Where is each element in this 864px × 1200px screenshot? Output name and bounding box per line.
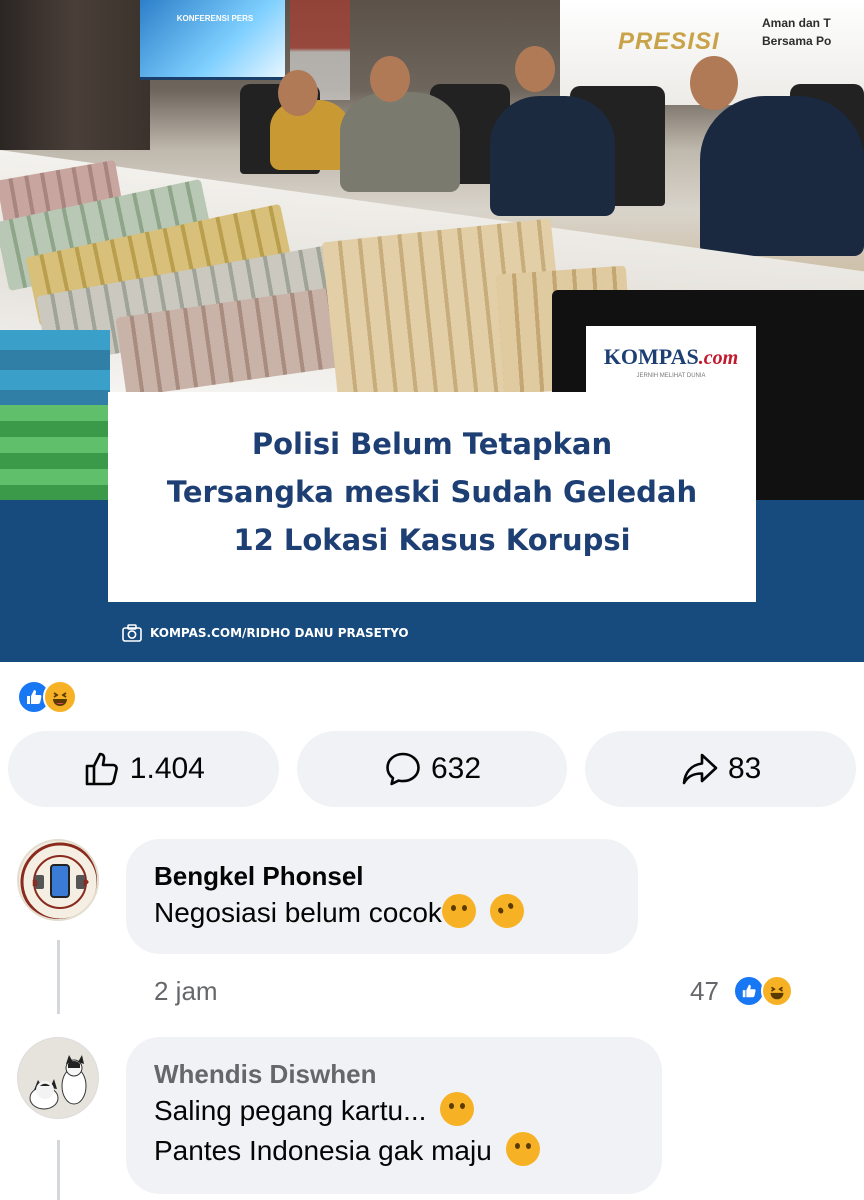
photo-official: [340, 92, 460, 192]
comment-count: 632: [430, 752, 482, 785]
face-with-hand-over-mouth-icon: [440, 1092, 475, 1126]
comment-icon: [386, 752, 420, 786]
photo-screen-text: KONFERENSI PERS: [176, 14, 254, 23]
post-reactions[interactable]: [17, 680, 77, 714]
avatar[interactable]: B P: [17, 839, 99, 921]
comment-text: Negosiasi belum cocok: [154, 888, 610, 934]
thumbs-up-icon: [85, 752, 118, 786]
headline-card: Polisi Belum Tetapkan Tersangka meski Su…: [108, 392, 756, 602]
like-button[interactable]: 1.404: [8, 731, 279, 807]
photo-official-head: [370, 56, 410, 102]
face-with-open-eyes-and-hand-over-mouth-icon: [441, 894, 476, 928]
comment-text-line: Saling pegang kartu...: [154, 1091, 634, 1131]
publisher-logo-word: KOMPAS: [603, 344, 699, 369]
comment-reactions[interactable]: 47: [690, 975, 793, 1007]
photo-official: [700, 96, 864, 256]
avatar[interactable]: [17, 1037, 99, 1119]
photo-crowd: [0, 0, 150, 150]
svg-text:P: P: [83, 879, 89, 888]
photo-banner-sub-line: Aman dan T: [762, 16, 831, 30]
photo-credit-text: KOMPAS.COM/RIDHO DANU PRASETYO: [150, 626, 409, 640]
cat-photo-icon: [18, 1038, 98, 1118]
headline-line: 12 Lokasi Kasus Korupsi: [233, 523, 631, 557]
comment-text-content: Pantes Indonesia gak maju: [154, 1135, 492, 1166]
headline-line: Polisi Belum Tetapkan: [251, 427, 613, 461]
photo-banner-word: PRESISI: [618, 28, 720, 55]
comment-bubble[interactable]: Bengkel Phonsel Negosiasi belum cocok: [126, 839, 638, 954]
headline: Polisi Belum Tetapkan Tersangka meski Su…: [108, 420, 756, 564]
photo-official-head: [690, 56, 738, 110]
comment-text-content: Negosiasi belum cocok: [154, 897, 442, 928]
comment-author[interactable]: Whendis Diswhen: [154, 1057, 634, 1091]
store-badge-icon: B P: [20, 842, 97, 919]
photo-banner-sub: Aman dan T Bersama Po: [762, 14, 831, 50]
thread-line: [57, 1140, 60, 1200]
comment-time[interactable]: 2 jam: [154, 976, 218, 1007]
thread-line: [57, 940, 60, 1014]
comment-author[interactable]: Bengkel Phonsel: [154, 859, 610, 893]
share-button[interactable]: 83: [585, 731, 857, 807]
publisher-logo: KOMPAS.com: [586, 344, 756, 370]
photo-official: [490, 96, 615, 216]
photo-crates: [0, 405, 110, 500]
like-count: 1.404: [129, 752, 205, 785]
comment-button[interactable]: 632: [296, 731, 568, 807]
comment-text-line: Pantes Indonesia gak maju: [154, 1131, 634, 1171]
photo-official-head: [278, 70, 318, 116]
publisher-logo-suffix: .com: [698, 347, 739, 369]
publisher-logo-box: KOMPAS.com JERNIH MELIHAT DUNIA: [586, 326, 756, 392]
share-count: 83: [727, 752, 762, 785]
face-with-hand-over-mouth-icon: [505, 1132, 540, 1166]
haha-icon: [43, 680, 77, 714]
publisher-tagline: JERNIH MELIHAT DUNIA: [636, 373, 706, 379]
comment-reaction-count: 47: [690, 975, 719, 1006]
photo-screen: [140, 0, 285, 80]
comment-text: Saling pegang kartu... Pantes Indonesia …: [154, 1091, 634, 1171]
photo-official-head: [515, 46, 555, 92]
headline-line: Tersangka meski Sudah Geledah: [166, 475, 698, 509]
comment-bubble[interactable]: Whendis Diswhen Saling pegang kartu... P…: [126, 1037, 662, 1194]
post-actions: 1.404 632 83: [8, 731, 857, 807]
post-image[interactable]: KONFERENSI PERS PRESISI Aman dan T Bersa…: [0, 0, 864, 662]
comment-text-content: Saling pegang kartu...: [154, 1095, 427, 1126]
rolling-on-floor-laughing-icon: [484, 888, 530, 934]
share-icon: [682, 753, 718, 785]
photo-banner-sub-line: Bersama Po: [762, 34, 832, 48]
svg-text:B: B: [32, 879, 38, 888]
camera-icon: [122, 624, 142, 642]
photo-credit: KOMPAS.COM/RIDHO DANU PRASETYO: [122, 623, 409, 643]
haha-icon: [760, 975, 793, 1007]
